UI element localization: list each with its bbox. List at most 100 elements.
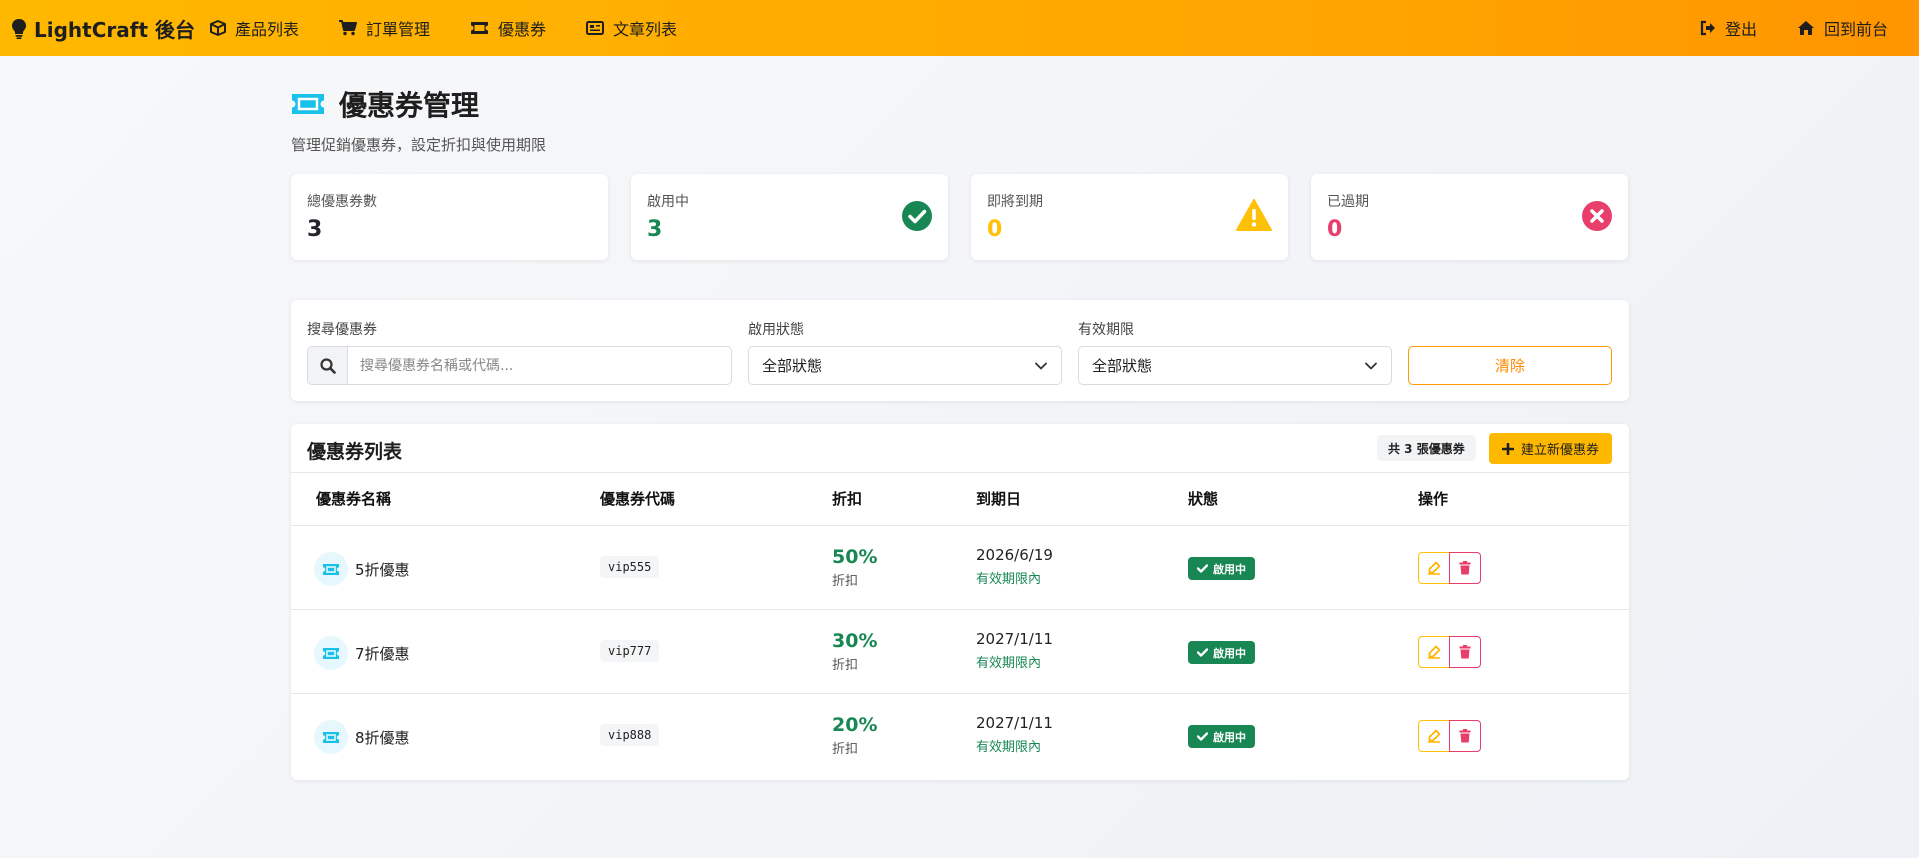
chevron-down-icon bbox=[1035, 362, 1047, 369]
warning-icon bbox=[1236, 199, 1272, 231]
nav-products[interactable]: 產品列表 bbox=[210, 16, 299, 40]
home-icon bbox=[1797, 21, 1814, 35]
coupon-name-cell: 8折優惠 bbox=[314, 720, 410, 754]
x-circle-icon bbox=[1582, 201, 1612, 231]
brand-name: LightCraft 後台 bbox=[34, 18, 195, 42]
check-icon bbox=[1197, 732, 1208, 741]
ticket-icon bbox=[314, 552, 348, 586]
table-row: 5折優惠 vip555 50% 折扣 2026/6/19 有效期限內 啟用中 bbox=[291, 525, 1629, 609]
expiry-cell: 2027/1/11 有效期限內 bbox=[976, 714, 1053, 755]
edit-button[interactable] bbox=[1418, 636, 1450, 668]
col-actions: 操作 bbox=[1418, 490, 1449, 508]
nav-articles[interactable]: 文章列表 bbox=[586, 16, 677, 40]
list-title: 優惠券列表 bbox=[307, 441, 403, 463]
trash-icon bbox=[1459, 645, 1471, 659]
edit-icon bbox=[1428, 645, 1441, 659]
col-expiry: 到期日 bbox=[976, 490, 1022, 508]
status-badge: 啟用中 bbox=[1188, 725, 1255, 748]
stat-label: 啟用中 bbox=[647, 194, 689, 210]
nav-frontend-label: 回到前台 bbox=[1823, 20, 1888, 39]
stat-label: 即將到期 bbox=[987, 194, 1043, 210]
coupon-name: 5折優惠 bbox=[355, 560, 410, 579]
box-icon bbox=[210, 20, 226, 36]
status-badge: 啟用中 bbox=[1188, 557, 1255, 580]
nav-frontend[interactable]: 回到前台 bbox=[1797, 16, 1888, 40]
delete-button[interactable] bbox=[1449, 552, 1481, 584]
row-actions bbox=[1418, 552, 1481, 584]
delete-button[interactable] bbox=[1449, 720, 1481, 752]
search-input[interactable] bbox=[348, 357, 718, 374]
coupon-code: vip888 bbox=[600, 724, 660, 746]
search-icon bbox=[308, 347, 348, 384]
status-badge: 啟用中 bbox=[1188, 641, 1255, 664]
col-code: 優惠券代碼 bbox=[600, 490, 676, 508]
expiry-filter-select[interactable]: 全部狀態 bbox=[1078, 346, 1392, 385]
status-filter-value: 全部狀態 bbox=[762, 357, 823, 375]
filter-panel: 搜尋優惠券 啟用狀態 全部狀態 有效期限 全部狀態 清除 bbox=[291, 300, 1629, 401]
col-status: 狀態 bbox=[1188, 490, 1219, 508]
chevron-down-icon bbox=[1365, 362, 1377, 369]
status-text: 啟用中 bbox=[1213, 730, 1246, 744]
coupon-code: vip777 bbox=[600, 640, 660, 662]
ticket-icon bbox=[471, 22, 489, 34]
ticket-icon bbox=[292, 94, 324, 114]
search-label: 搜尋優惠券 bbox=[307, 322, 377, 338]
nav-logout[interactable]: 登出 bbox=[1700, 16, 1757, 40]
coupon-name-cell: 7折優惠 bbox=[314, 636, 410, 670]
discount-label: 折扣 bbox=[832, 742, 859, 757]
coupon-name-cell: 5折優惠 bbox=[314, 552, 410, 586]
nav-coupons[interactable]: 優惠券 bbox=[470, 16, 546, 40]
table-row: 7折優惠 vip777 30% 折扣 2027/1/11 有效期限內 啟用中 bbox=[291, 609, 1629, 693]
table-header: 優惠券名稱 優惠券代碼 折扣 到期日 狀態 操作 bbox=[291, 473, 1629, 525]
stat-label: 總優惠券數 bbox=[307, 194, 377, 210]
create-coupon-button[interactable]: 建立新優惠券 bbox=[1489, 433, 1612, 464]
page-title: 優惠券管理 bbox=[291, 84, 546, 124]
brand-link[interactable]: LightCraft 後台 bbox=[12, 14, 195, 43]
trash-icon bbox=[1459, 561, 1471, 575]
expiry-filter-label: 有效期限 bbox=[1078, 322, 1134, 338]
trash-icon bbox=[1459, 729, 1471, 743]
edit-icon bbox=[1428, 729, 1441, 743]
stat-card-expiring: 即將到期 0 bbox=[971, 174, 1288, 260]
discount-cell: 30% 折扣 bbox=[832, 630, 877, 673]
stat-value: 0 bbox=[1327, 217, 1343, 242]
discount-value: 50% bbox=[832, 546, 878, 568]
coupon-code: vip555 bbox=[600, 556, 660, 578]
logout-icon bbox=[1700, 20, 1715, 36]
status-filter-select[interactable]: 全部狀態 bbox=[748, 346, 1062, 385]
status-filter-label: 啟用狀態 bbox=[748, 322, 804, 338]
check-icon bbox=[1197, 648, 1208, 657]
page-title-text: 優惠券管理 bbox=[339, 89, 480, 122]
row-actions bbox=[1418, 720, 1481, 752]
newspaper-icon bbox=[586, 21, 605, 35]
stat-card-active: 啟用中 3 bbox=[631, 174, 948, 260]
edit-button[interactable] bbox=[1418, 720, 1450, 752]
expiry-cell: 2026/6/19 有效期限內 bbox=[976, 546, 1053, 587]
delete-button[interactable] bbox=[1449, 636, 1481, 668]
lightbulb-icon bbox=[12, 18, 26, 39]
create-coupon-label: 建立新優惠券 bbox=[1520, 443, 1599, 458]
expiry-filter-value: 全部狀態 bbox=[1092, 357, 1153, 375]
validity-text: 有效期限內 bbox=[976, 572, 1042, 587]
check-circle-icon bbox=[902, 201, 932, 231]
expiry-date: 2027/1/11 bbox=[976, 714, 1053, 732]
stats-row: 總優惠券數 3 啟用中 3 即將到期 0 已過期 0 bbox=[291, 174, 1628, 260]
expiry-date: 2026/6/19 bbox=[976, 546, 1053, 564]
coupon-name: 7折優惠 bbox=[355, 644, 410, 663]
search-box bbox=[307, 346, 732, 385]
nav-orders[interactable]: 訂單管理 bbox=[339, 16, 430, 40]
ticket-icon bbox=[314, 720, 348, 754]
nav-articles-label: 文章列表 bbox=[613, 20, 678, 39]
edit-button[interactable] bbox=[1418, 552, 1450, 584]
count-badge: 共 3 張優惠券 bbox=[1377, 435, 1476, 461]
col-name: 優惠券名稱 bbox=[316, 490, 392, 508]
edit-icon bbox=[1428, 561, 1441, 575]
clear-button[interactable]: 清除 bbox=[1408, 346, 1612, 385]
list-header: 優惠券列表 共 3 張優惠券 建立新優惠券 bbox=[291, 424, 1629, 473]
check-icon bbox=[1197, 564, 1208, 573]
discount-value: 30% bbox=[832, 630, 878, 652]
validity-text: 有效期限內 bbox=[976, 656, 1042, 671]
discount-cell: 20% 折扣 bbox=[832, 714, 877, 757]
status-text: 啟用中 bbox=[1213, 562, 1246, 576]
plus-icon bbox=[1501, 442, 1514, 455]
